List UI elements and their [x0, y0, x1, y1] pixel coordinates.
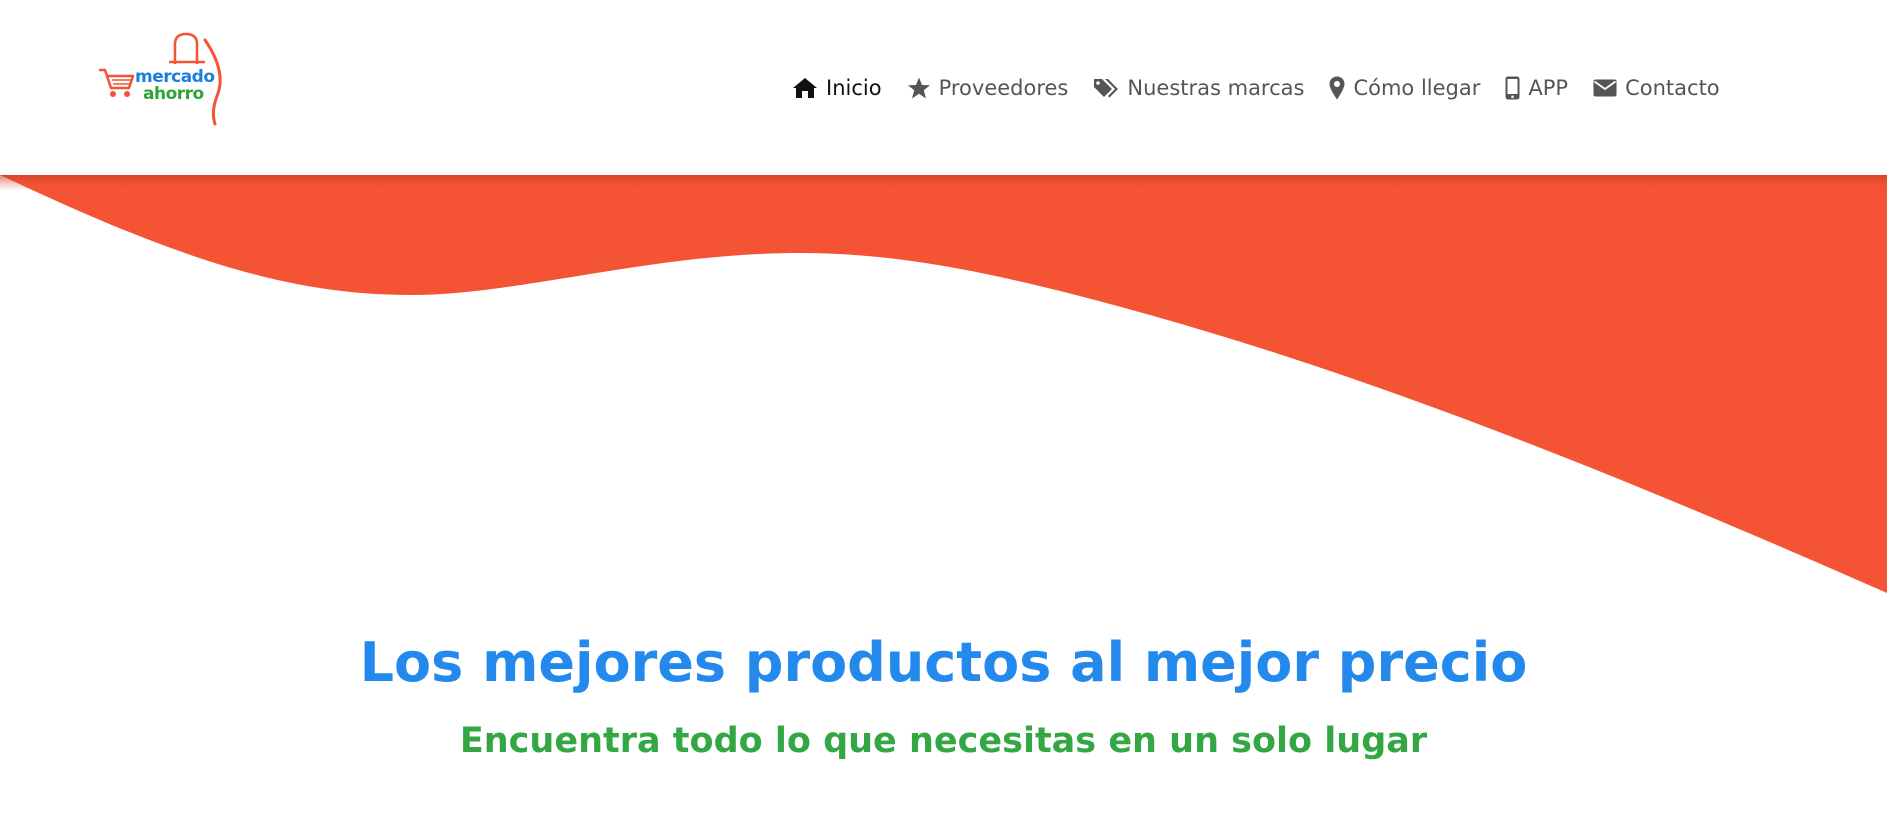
- logo-word-ahorro: ahorro: [143, 84, 204, 104]
- nav-item-como-llegar[interactable]: Cómo llegar: [1329, 76, 1480, 100]
- nav-item-contacto[interactable]: Contacto: [1593, 76, 1720, 100]
- mobile-icon: [1505, 76, 1520, 100]
- nav-item-app[interactable]: APP: [1505, 76, 1568, 100]
- nav-item-inicio[interactable]: Inicio: [792, 76, 882, 100]
- hero-headline: Los mejores productos al mejor precio: [359, 631, 1528, 694]
- nav-item-label: Cómo llegar: [1353, 76, 1481, 100]
- nav-item-proveedores[interactable]: Proveedores: [907, 76, 1069, 100]
- hero-subheadline: Encuentra todo lo que necesitas en un so…: [459, 721, 1428, 761]
- nav-item-label: Nuestras marcas: [1127, 76, 1305, 100]
- nav-item-label: Proveedores: [938, 76, 1069, 100]
- nav-item-nuestras-marcas[interactable]: Nuestras marcas: [1093, 76, 1304, 100]
- shopping-cart-icon: [99, 68, 135, 97]
- star-icon: [907, 77, 931, 99]
- tags-icon: [1093, 77, 1119, 99]
- envelope-icon: [1593, 78, 1617, 98]
- nav-item-label: APP: [1528, 76, 1569, 100]
- nav-item-label: Contacto: [1625, 76, 1720, 100]
- map-marker-icon: [1329, 76, 1345, 100]
- main-nav: Inicio Proveedores Nuestras marcas Cómo …: [792, 70, 1720, 106]
- page: mercado ahorro Inicio Proveedores Nuestr…: [0, 0, 1887, 824]
- nav-item-label: Inicio: [826, 76, 882, 100]
- home-icon: [792, 77, 818, 99]
- site-header: mercado ahorro Inicio Proveedores Nuestr…: [0, 0, 1887, 175]
- site-logo[interactable]: mercado ahorro: [97, 32, 232, 128]
